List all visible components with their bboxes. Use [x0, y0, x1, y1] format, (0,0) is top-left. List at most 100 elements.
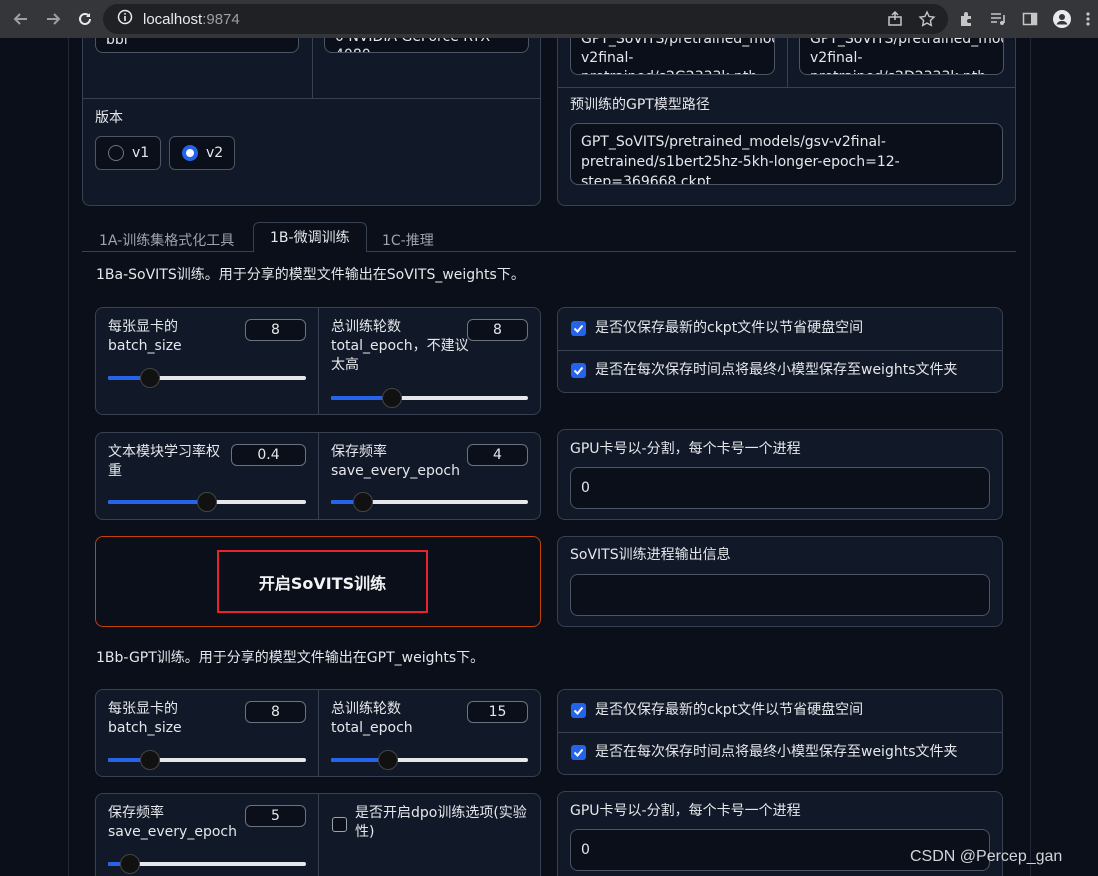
- row2-separator: [318, 433, 319, 519]
- gpt-batch-input[interactable]: 8: [245, 701, 306, 723]
- sovits-save-freq-label: 保存频率 save_every_epoch: [331, 444, 460, 479]
- address-bar[interactable]: localhost:9874: [103, 4, 948, 34]
- gpt-check-weights-label: 是否在每次保存时间点将最终小模型保存至weights文件夹: [595, 744, 958, 760]
- menu-icon[interactable]: [1078, 9, 1098, 29]
- sovits-epoch-slider[interactable]: [331, 388, 528, 408]
- top-right-panel: GPT_SoVITS/pretrained_models/gsv-v2final…: [557, 38, 1016, 206]
- version-radio-v2[interactable]: v2: [169, 136, 235, 170]
- gpt-path-label: 预训练的GPT模型路径: [570, 97, 710, 113]
- slider-thumb[interactable]: [382, 388, 402, 408]
- gpt-gpu-value: 0: [581, 842, 590, 858]
- gpt-batch-slider[interactable]: [108, 750, 306, 770]
- gpt-save-freq-input[interactable]: 5: [245, 805, 306, 827]
- gpu-info-value: 0 NVIDIA GeForce RTX 4080: [335, 38, 490, 52]
- profile-icon[interactable]: [1052, 9, 1072, 29]
- sovits-gpu-label: GPU卡号以-分割，每个卡号一个进程: [570, 441, 801, 457]
- gpt-row1-separator: [318, 690, 319, 776]
- tab-finetune[interactable]: 1B-微调训练: [253, 222, 367, 252]
- sovits-section-desc: 1Ba-SoVITS训练。用于分享的模型文件输出在SoVITS_weights下…: [96, 267, 525, 283]
- checkmark-icon: [573, 324, 584, 333]
- sovits-check-latest[interactable]: [571, 321, 586, 336]
- gpt-epoch-label: 总训练轮数 total_epoch: [331, 701, 413, 736]
- radio-v1-label: v1: [132, 145, 150, 161]
- sovits-epoch-input[interactable]: 8: [467, 319, 528, 341]
- gpt-params-row1: 每张显卡的 batch_size 8 总训练轮数 total_epoch 15: [95, 689, 541, 777]
- sovits-gpu-value: 0: [581, 480, 590, 496]
- sovits-save-freq-slider[interactable]: [331, 492, 528, 512]
- gpt-row2-separator: [318, 794, 319, 876]
- gpt-save-freq-label: 保存频率 save_every_epoch: [108, 805, 237, 840]
- share-icon[interactable]: [885, 9, 905, 29]
- top-right-separator: [787, 38, 788, 87]
- radio-on-icon: [182, 145, 198, 161]
- checkmark-icon: [573, 706, 584, 715]
- gpt-epoch-slider[interactable]: [331, 750, 528, 770]
- check-separator: [558, 350, 1002, 351]
- sovits-batch-slider[interactable]: [108, 368, 306, 388]
- checkmark-icon: [573, 366, 584, 375]
- star-icon[interactable]: [917, 9, 937, 29]
- sovits-d-path-field[interactable]: GPT_SoVITS/pretrained_models/gsv-v2final…: [799, 38, 1004, 75]
- sidepanel-icon[interactable]: [1020, 9, 1040, 29]
- top-left-panel: bbl 0 NVIDIA GeForce RTX 4080 版本 v1 v2: [82, 38, 541, 206]
- gpt-check-latest-label: 是否仅保存最新的ckpt文件以节省硬盘空间: [595, 702, 864, 718]
- gpu-info-field: 0 NVIDIA GeForce RTX 4080: [324, 38, 529, 53]
- checkmark-icon: [573, 748, 584, 757]
- sovits-text-lr-label: 文本模块学习率权 重: [108, 444, 220, 479]
- forward-arrow-icon[interactable]: [42, 8, 64, 30]
- media-icon[interactable]: [988, 9, 1008, 29]
- frame-line-right: [1030, 38, 1031, 876]
- sovits-gpu-panel: GPU卡号以-分割，每个卡号一个进程 0: [557, 429, 1003, 520]
- sovits-text-lr-slider[interactable]: [108, 492, 306, 512]
- sovits-start-area: 开启SoVITS训练: [95, 536, 541, 627]
- gpt-dpo-checkbox[interactable]: [332, 817, 347, 832]
- tab-dataset-tools[interactable]: 1A-训练集格式化工具: [83, 228, 250, 254]
- gpt-params-row2: 保存频率 save_every_epoch 5 是否开启dpo训练选项(实验 性…: [95, 793, 541, 876]
- top-right-hsep: [558, 87, 1015, 88]
- version-radio-v1[interactable]: v1: [95, 136, 161, 170]
- sovits-checkbox-panel: 是否仅保存最新的ckpt文件以节省硬盘空间 是否在每次保存时间点将最终小模型保存…: [557, 307, 1003, 393]
- info-icon[interactable]: [117, 9, 133, 29]
- sovits-output-panel: SoVITS训练进程输出信息: [557, 536, 1003, 627]
- slider-thumb[interactable]: [140, 750, 160, 770]
- top-separator: [312, 38, 313, 98]
- gpt-gpu-label: GPU卡号以-分割，每个卡号一个进程: [570, 803, 801, 819]
- slider-thumb[interactable]: [140, 368, 160, 388]
- gpt-batch-label: 每张显卡的 batch_size: [108, 701, 182, 736]
- sovits-gpu-input[interactable]: 0: [570, 467, 990, 509]
- gpt-check-weights[interactable]: [571, 745, 586, 760]
- sovits-g-path-field[interactable]: GPT_SoVITS/pretrained_models/gsv-v2final…: [570, 38, 775, 75]
- slider-thumb[interactable]: [197, 492, 217, 512]
- sovits-text-lr-input[interactable]: 0.4: [231, 444, 306, 466]
- sovits-check-weights[interactable]: [571, 363, 586, 378]
- back-arrow-icon[interactable]: [10, 8, 32, 30]
- url-port: :9874: [202, 10, 240, 28]
- gpt-path-value: GPT_SoVITS/pretrained_models/gsv-v2final…: [581, 134, 900, 185]
- browser-toolbar: localhost:9874: [0, 0, 1098, 38]
- gpt-check-latest[interactable]: [571, 703, 586, 718]
- sovits-epoch-label: 总训练轮数 total_epoch，不建议 太高: [331, 319, 469, 373]
- sovits-d-path-value: GPT_SoVITS/pretrained_models/gsv-v2final…: [810, 38, 1003, 74]
- tab-inference[interactable]: 1C-推理: [366, 228, 450, 254]
- sovits-output-box[interactable]: [570, 574, 990, 616]
- gpt-check-separator: [558, 732, 1002, 733]
- sovits-g-path-value: GPT_SoVITS/pretrained_models/gsv-v2final…: [581, 38, 774, 74]
- radio-v2-label: v2: [206, 145, 224, 161]
- reload-icon[interactable]: [74, 8, 96, 30]
- sovits-output-label: SoVITS训练进程输出信息: [570, 547, 731, 563]
- experiment-name-field[interactable]: bbl: [95, 38, 299, 53]
- version-label: 版本: [95, 110, 123, 126]
- app-page: bbl 0 NVIDIA GeForce RTX 4080 版本 v1 v2 G…: [0, 38, 1098, 876]
- gpt-epoch-input[interactable]: 15: [467, 701, 528, 723]
- gpt-path-field[interactable]: GPT_SoVITS/pretrained_models/gsv-v2final…: [570, 123, 1003, 185]
- slider-thumb[interactable]: [378, 750, 398, 770]
- sovits-batch-input[interactable]: 8: [245, 319, 306, 341]
- slider-thumb[interactable]: [353, 492, 373, 512]
- extensions-icon[interactable]: [956, 9, 976, 29]
- sovits-start-button[interactable]: 开启SoVITS训练: [217, 550, 428, 613]
- slider-thumb[interactable]: [120, 854, 140, 874]
- gpt-save-freq-slider[interactable]: [108, 854, 306, 874]
- gpt-section-desc: 1Bb-GPT训练。用于分享的模型文件输出在GPT_weights下。: [96, 650, 485, 666]
- sovits-save-freq-input[interactable]: 4: [467, 444, 528, 466]
- slider-fill: [108, 500, 207, 504]
